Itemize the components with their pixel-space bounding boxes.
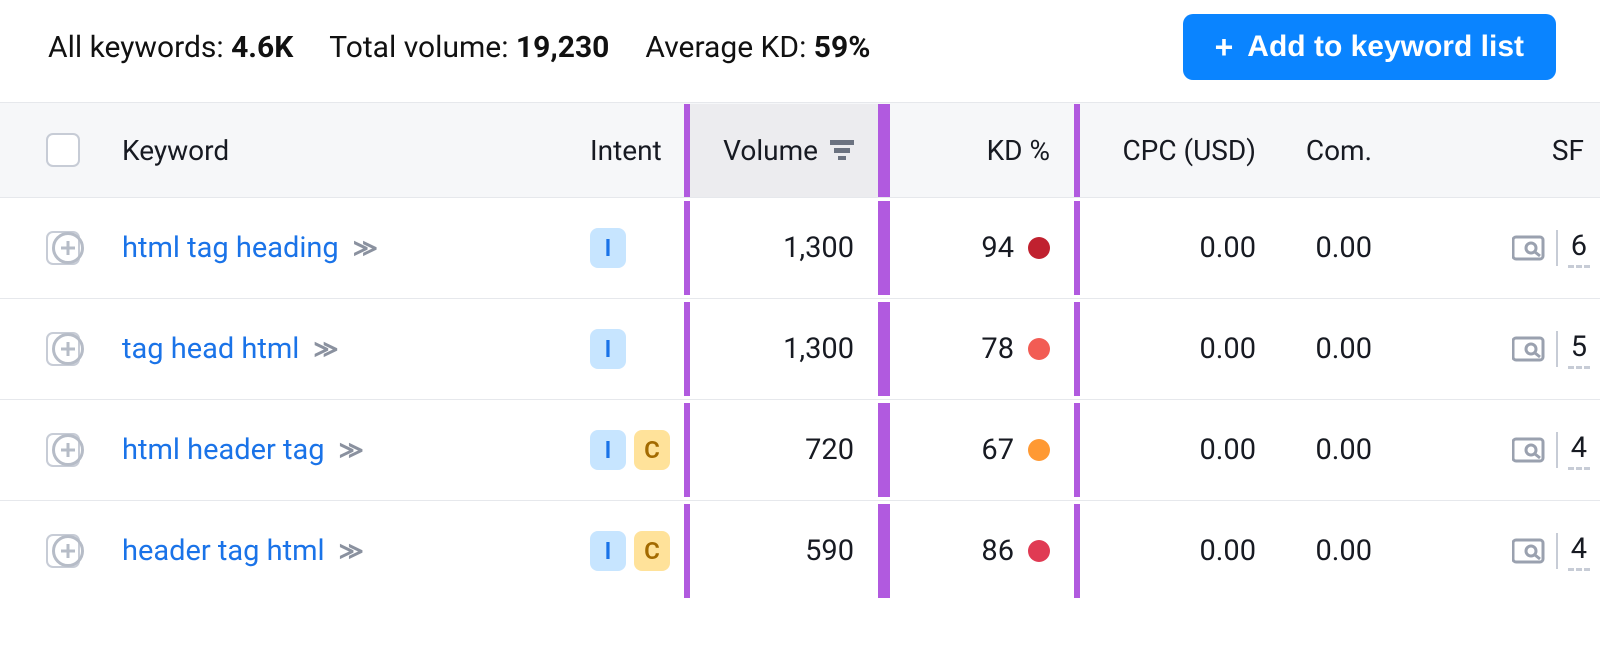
cell-kd: 94 — [884, 201, 1080, 295]
keyword-link[interactable]: header tag html — [122, 534, 325, 568]
add-to-keyword-list-button[interactable]: + Add to keyword list — [1183, 14, 1556, 80]
column-header-keyword[interactable]: Keyword — [122, 104, 580, 197]
keywords-table: Keyword Intent Volume KD % CPC (USD) Com… — [0, 102, 1600, 601]
cell-kd: 78 — [884, 302, 1080, 396]
cell-com: 0.00 — [1280, 504, 1396, 598]
cell-cpc: 0.00 — [1080, 302, 1280, 396]
kd-value: 78 — [981, 332, 1014, 366]
kd-difficulty-dot — [1028, 237, 1050, 259]
plus-icon: + — [1215, 31, 1234, 63]
cell-sf: 4 — [1396, 401, 1594, 500]
cell-com: 0.00 — [1280, 403, 1396, 497]
intent-badge-c: C — [634, 531, 670, 571]
cell-volume: 1,300 — [684, 302, 884, 396]
serp-features-icon[interactable] — [1512, 537, 1546, 565]
expand-keyword-icon[interactable] — [52, 232, 84, 264]
kd-value: 94 — [981, 231, 1014, 265]
cell-volume: 590 — [684, 504, 884, 598]
expand-keyword-icon[interactable] — [52, 333, 84, 365]
summary-bar: All keywords: 4.6K Total volume: 19,230 … — [0, 0, 1600, 102]
divider — [1556, 533, 1558, 569]
cell-com: 0.00 — [1280, 201, 1396, 295]
open-keyword-icon[interactable]: ≫ — [339, 537, 359, 565]
kd-value: 67 — [981, 433, 1014, 467]
open-keyword-icon[interactable]: ≫ — [353, 234, 373, 262]
kd-difficulty-dot — [1028, 439, 1050, 461]
table-row: tag head html ≫ I 1,300 78 0.000.00 5 — [0, 298, 1600, 399]
sf-count[interactable]: 5 — [1568, 330, 1590, 369]
column-header-cpc[interactable]: CPC (USD) — [1080, 104, 1280, 197]
intent-badge-c: C — [634, 430, 670, 470]
column-header-com[interactable]: Com. — [1280, 104, 1396, 197]
stat-value: 59% — [814, 30, 871, 65]
sf-count[interactable]: 4 — [1568, 532, 1590, 571]
cell-com: 0.00 — [1280, 302, 1396, 396]
open-keyword-icon[interactable]: ≫ — [313, 335, 333, 363]
sf-count[interactable]: 4 — [1568, 431, 1590, 470]
table-row: html tag heading ≫ I 1,300 94 0.000.00 6 — [0, 197, 1600, 298]
stat-label: All keywords: — [48, 30, 224, 65]
sf-count[interactable]: 6 — [1568, 229, 1590, 268]
column-header-volume[interactable]: Volume — [684, 104, 884, 197]
kd-difficulty-dot — [1028, 540, 1050, 562]
expand-keyword-icon[interactable] — [52, 535, 84, 567]
intent-badge-i: I — [590, 228, 626, 268]
cell-kd: 86 — [884, 504, 1080, 598]
cell-volume: 720 — [684, 403, 884, 497]
serp-features-icon[interactable] — [1512, 436, 1546, 464]
button-label: Add to keyword list — [1247, 30, 1524, 64]
expand-keyword-icon[interactable] — [52, 434, 84, 466]
stat-all-keywords: All keywords: 4.6K — [48, 30, 293, 65]
intent-badge-i: I — [590, 430, 626, 470]
divider — [1556, 432, 1558, 468]
cell-sf: 6 — [1396, 199, 1594, 298]
stat-total-volume: Total volume: 19,230 — [329, 30, 609, 65]
intent-badge-i: I — [590, 329, 626, 369]
sort-desc-icon — [830, 140, 854, 160]
table-row: html header tag ≫ IC 720 67 0.000.00 4 — [0, 399, 1600, 500]
stat-label: Average KD: — [645, 30, 806, 65]
stat-value: 19,230 — [516, 30, 609, 65]
cell-cpc: 0.00 — [1080, 403, 1280, 497]
cell-cpc: 0.00 — [1080, 504, 1280, 598]
column-header-kd[interactable]: KD % — [884, 104, 1080, 197]
stat-average-kd: Average KD: 59% — [645, 30, 870, 65]
table-header-row: Keyword Intent Volume KD % CPC (USD) Com… — [0, 102, 1600, 197]
keyword-link[interactable]: html header tag — [122, 433, 325, 467]
keyword-link[interactable]: tag head html — [122, 332, 299, 366]
table-row: header tag html ≫ IC 590 86 0.000.00 4 — [0, 500, 1600, 601]
cell-sf: 5 — [1396, 300, 1594, 399]
kd-difficulty-dot — [1028, 338, 1050, 360]
cell-volume: 1,300 — [684, 201, 884, 295]
keyword-link[interactable]: html tag heading — [122, 231, 339, 265]
stat-value: 4.6K — [231, 30, 293, 65]
intent-badge-i: I — [590, 531, 626, 571]
cell-sf: 4 — [1396, 502, 1594, 601]
serp-features-icon[interactable] — [1512, 234, 1546, 262]
stat-label: Total volume: — [329, 30, 508, 65]
kd-value: 86 — [981, 534, 1014, 568]
divider — [1556, 331, 1558, 367]
column-header-sf[interactable]: SF — [1396, 104, 1594, 197]
divider — [1556, 230, 1558, 266]
open-keyword-icon[interactable]: ≫ — [339, 436, 359, 464]
serp-features-icon[interactable] — [1512, 335, 1546, 363]
cell-kd: 67 — [884, 403, 1080, 497]
column-label: Volume — [723, 134, 818, 167]
cell-cpc: 0.00 — [1080, 201, 1280, 295]
column-header-intent[interactable]: Intent — [580, 104, 684, 197]
